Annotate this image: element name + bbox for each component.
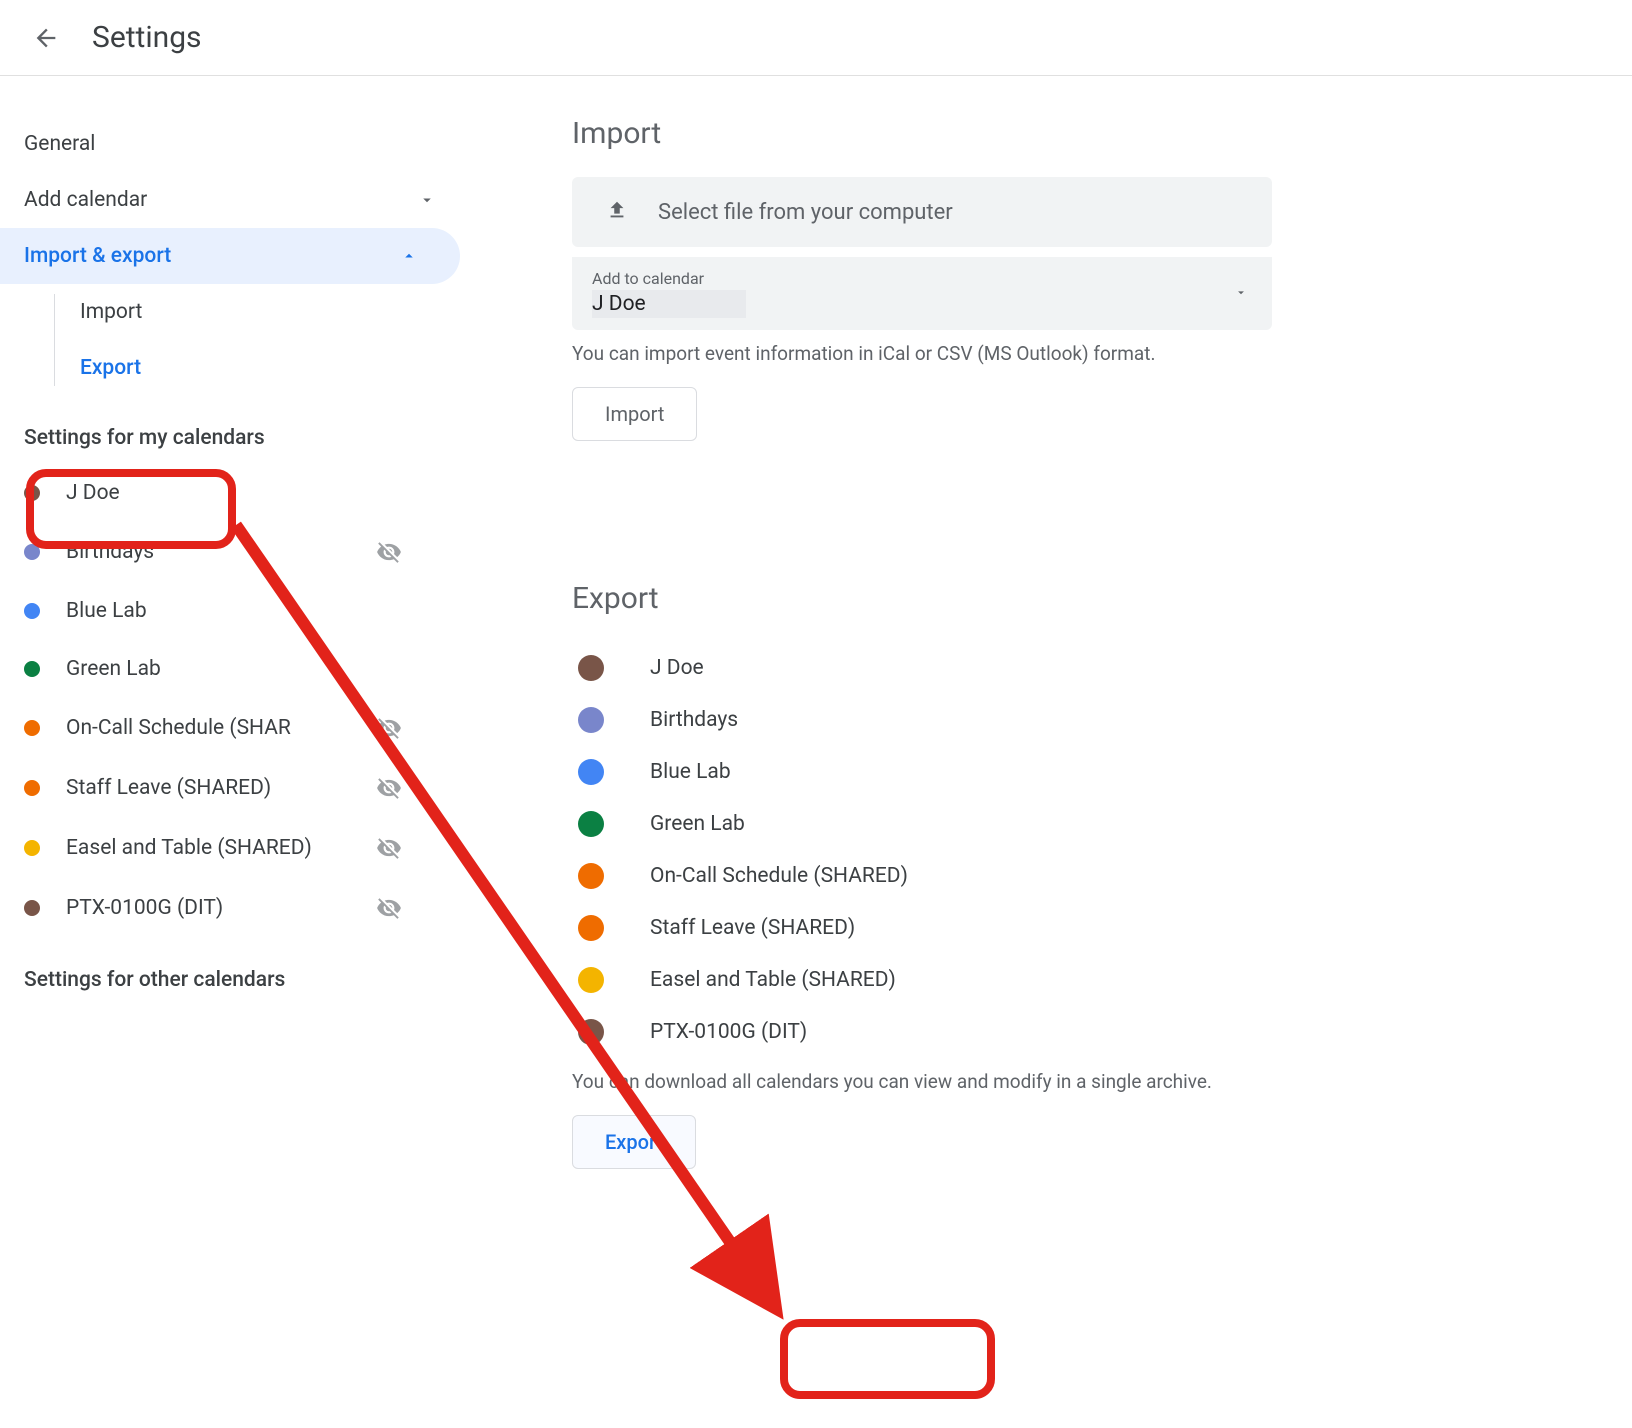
export-section: Export J Doe Birthdays Blue Lab Green Lab On… bbox=[572, 581, 1572, 1169]
export-calendar-label: J Doe bbox=[650, 656, 704, 680]
sidebar-calendar-item[interactable]: PTX-0100G (DIT) bbox=[24, 878, 460, 938]
calendar-label: On-Call Schedule (SHAR bbox=[66, 716, 376, 740]
calendar-label: Green Lab bbox=[66, 657, 376, 681]
calendar-color-dot bbox=[578, 759, 604, 785]
calendar-color-dot bbox=[578, 811, 604, 837]
chevron-up-icon bbox=[400, 247, 418, 265]
sidebar-sub-item-label: Import bbox=[80, 300, 142, 324]
calendar-color-dot bbox=[24, 544, 40, 560]
sidebar-calendar-item[interactable]: Green Lab bbox=[24, 640, 460, 698]
calendar-color-dot bbox=[578, 863, 604, 889]
dropdown-arrow-icon bbox=[1234, 284, 1248, 303]
visibility-off-icon bbox=[376, 895, 402, 921]
sidebar-item-general[interactable]: General bbox=[24, 116, 460, 172]
select-file-button[interactable]: Select file from your computer bbox=[572, 177, 1272, 247]
visibility-off-icon bbox=[376, 775, 402, 801]
calendar-color-dot bbox=[578, 967, 604, 993]
dropdown-value: J Doe bbox=[592, 290, 746, 318]
sidebar-calendar-item[interactable]: Easel and Table (SHARED) bbox=[24, 818, 460, 878]
export-calendar-row: Staff Leave (SHARED) bbox=[578, 902, 1572, 954]
import-help-text: You can import event information in iCal… bbox=[572, 342, 1572, 365]
calendar-label: Easel and Table (SHARED) bbox=[66, 836, 376, 860]
export-calendar-label: Easel and Table (SHARED) bbox=[650, 968, 896, 992]
sidebar-item-label: General bbox=[24, 132, 95, 156]
select-file-label: Select file from your computer bbox=[658, 200, 953, 225]
sidebar-sub-item-label: Export bbox=[80, 356, 141, 380]
export-calendar-label: Green Lab bbox=[650, 812, 745, 836]
export-calendar-label: On-Call Schedule (SHARED) bbox=[650, 864, 908, 888]
export-section-title: Export bbox=[572, 581, 1572, 616]
import-section-title: Import bbox=[572, 116, 1572, 151]
export-calendar-row: Blue Lab bbox=[578, 746, 1572, 798]
main-content: Import Select file from your computer Ad… bbox=[460, 116, 1632, 1169]
annotation-highlight-export-button bbox=[780, 1319, 995, 1399]
sidebar-calendar-item[interactable]: On-Call Schedule (SHAR bbox=[24, 698, 460, 758]
back-button[interactable] bbox=[30, 22, 62, 54]
sidebar-sub-item-import[interactable]: Import bbox=[68, 284, 460, 340]
sidebar-section-other-calendars: Settings for other calendars bbox=[24, 938, 460, 1006]
export-calendar-label: Staff Leave (SHARED) bbox=[650, 916, 855, 940]
calendar-color-dot bbox=[578, 1019, 604, 1045]
sidebar-item-label: Import & export bbox=[24, 244, 171, 268]
calendar-label: PTX-0100G (DIT) bbox=[66, 896, 376, 920]
calendar-color-dot bbox=[24, 603, 40, 619]
sidebar-calendar-item[interactable]: Staff Leave (SHARED) bbox=[24, 758, 460, 818]
calendar-color-dot bbox=[24, 900, 40, 916]
export-help-text: You can download all calendars you can v… bbox=[572, 1070, 1572, 1093]
header: Settings bbox=[0, 0, 1632, 76]
export-calendar-row: J Doe bbox=[578, 642, 1572, 694]
sidebar-item-add-calendar[interactable]: Add calendar bbox=[24, 172, 460, 228]
export-calendar-label: Birthdays bbox=[650, 708, 738, 732]
sidebar-sub-item-export[interactable]: Export bbox=[68, 340, 460, 396]
visibility-off-icon bbox=[376, 539, 402, 565]
sidebar-section-my-calendars: Settings for my calendars bbox=[24, 396, 460, 464]
calendar-label: Blue Lab bbox=[66, 599, 376, 623]
visibility-off-icon bbox=[376, 835, 402, 861]
export-button[interactable]: Export bbox=[572, 1115, 696, 1169]
upload-icon bbox=[606, 199, 628, 225]
export-calendar-row: PTX-0100G (DIT) bbox=[578, 1006, 1572, 1058]
dropdown-label: Add to calendar bbox=[592, 269, 1252, 288]
calendar-label: Staff Leave (SHARED) bbox=[66, 776, 376, 800]
export-calendar-row: Green Lab bbox=[578, 798, 1572, 850]
calendar-color-dot bbox=[24, 720, 40, 736]
sidebar-calendar-item[interactable]: Birthdays bbox=[24, 522, 460, 582]
add-to-calendar-dropdown[interactable]: Add to calendar J Doe bbox=[572, 257, 1272, 330]
calendar-label: J Doe bbox=[66, 481, 376, 505]
sidebar-submenu: Import Export bbox=[24, 284, 460, 396]
calendar-color-dot bbox=[24, 840, 40, 856]
calendar-color-dot bbox=[578, 707, 604, 733]
sidebar-item-import-export[interactable]: Import & export bbox=[0, 228, 460, 284]
sidebar-calendar-item[interactable]: J Doe bbox=[24, 464, 460, 522]
chevron-down-icon bbox=[418, 191, 436, 209]
export-calendar-label: PTX-0100G (DIT) bbox=[650, 1020, 807, 1044]
arrow-left-icon bbox=[32, 24, 60, 52]
calendar-label: Birthdays bbox=[66, 540, 376, 564]
export-calendar-row: On-Call Schedule (SHARED) bbox=[578, 850, 1572, 902]
calendar-color-dot bbox=[24, 661, 40, 677]
export-calendar-label: Blue Lab bbox=[650, 760, 731, 784]
sidebar-calendar-item[interactable]: Blue Lab bbox=[24, 582, 460, 640]
calendar-color-dot bbox=[24, 485, 40, 501]
visibility-off-icon bbox=[376, 715, 402, 741]
calendar-color-dot bbox=[578, 655, 604, 681]
calendar-color-dot bbox=[578, 915, 604, 941]
sidebar-item-label: Add calendar bbox=[24, 188, 147, 212]
export-calendar-row: Easel and Table (SHARED) bbox=[578, 954, 1572, 1006]
calendar-color-dot bbox=[24, 780, 40, 796]
page-title: Settings bbox=[92, 20, 202, 55]
export-calendar-row: Birthdays bbox=[578, 694, 1572, 746]
import-button[interactable]: Import bbox=[572, 387, 697, 441]
sidebar: General Add calendar Import & export Imp… bbox=[0, 116, 460, 1169]
